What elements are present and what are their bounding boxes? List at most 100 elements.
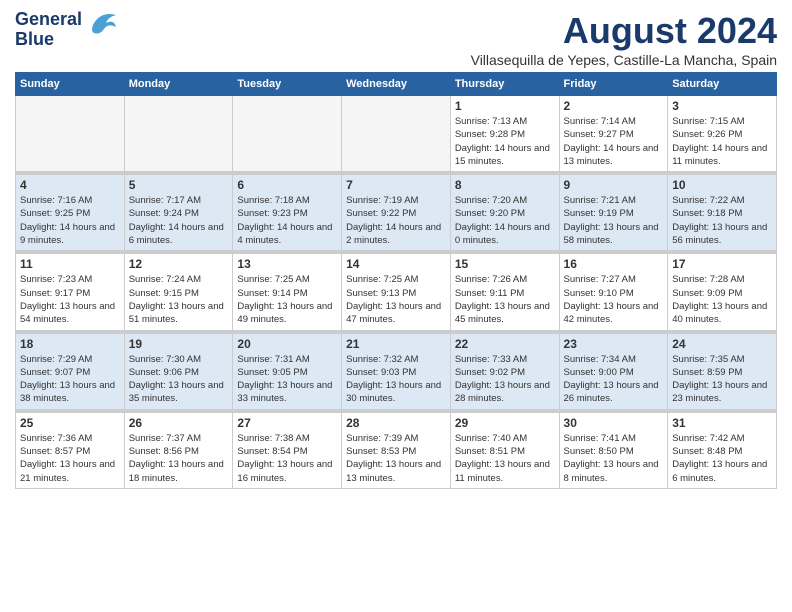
table-row: 29 Sunrise: 7:40 AM Sunset: 8:51 PM Dayli…: [450, 412, 559, 488]
table-row: 10 Sunrise: 7:22 AM Sunset: 9:18 PM Dayli…: [668, 175, 777, 251]
table-row: 16 Sunrise: 7:27 AM Sunset: 9:10 PM Dayli…: [559, 254, 668, 330]
day-info: Sunrise: 7:37 AM Sunset: 8:56 PM Dayligh…: [129, 432, 229, 485]
day-info: Sunrise: 7:19 AM Sunset: 9:22 PM Dayligh…: [346, 194, 446, 247]
day-info: Sunrise: 7:27 AM Sunset: 9:10 PM Dayligh…: [564, 273, 664, 326]
day-info: Sunrise: 7:25 AM Sunset: 9:14 PM Dayligh…: [237, 273, 337, 326]
table-row: 9Sunrise: 7:21 AM Sunset: 9:19 PM Daylig…: [559, 175, 668, 251]
day-info: Sunrise: 7:23 AM Sunset: 9:17 PM Dayligh…: [20, 273, 120, 326]
table-row: [16, 96, 125, 172]
day-number: 5: [129, 178, 229, 192]
table-row: 27 Sunrise: 7:38 AM Sunset: 8:54 PM Dayli…: [233, 412, 342, 488]
col-thursday: Thursday: [450, 73, 559, 96]
table-row: 18 Sunrise: 7:29 AM Sunset: 9:07 PM Dayli…: [16, 333, 125, 409]
table-row: 30Sunrise: 7:41 AM Sunset: 8:50 PM Dayli…: [559, 412, 668, 488]
day-info: Sunrise: 7:42 AM Sunset: 8:48 PM Dayligh…: [672, 432, 772, 485]
header: General Blue August 2024 Villasequilla d…: [15, 10, 777, 68]
title-block: August 2024 Villasequilla de Yepes, Cast…: [471, 10, 777, 68]
table-row: 19 Sunrise: 7:30 AM Sunset: 9:06 PM Dayli…: [124, 333, 233, 409]
day-info: Sunrise: 7:20 AM Sunset: 9:20 PM Dayligh…: [455, 194, 555, 247]
day-info: Sunrise: 7:34 AM Sunset: 9:00 PM Dayligh…: [564, 353, 664, 406]
table-row: 23 Sunrise: 7:34 AM Sunset: 9:00 PM Dayli…: [559, 333, 668, 409]
calendar-week-row: 1Sunrise: 7:13 AM Sunset: 9:28 PM Daylig…: [16, 96, 777, 172]
col-wednesday: Wednesday: [342, 73, 451, 96]
day-number: 31: [672, 416, 772, 430]
col-sunday: Sunday: [16, 73, 125, 96]
table-row: 15Sunrise: 7:26 AM Sunset: 9:11 PM Dayli…: [450, 254, 559, 330]
calendar-container: General Blue August 2024 Villasequilla d…: [0, 0, 792, 499]
day-number: 14: [346, 257, 446, 271]
table-row: 25 Sunrise: 7:36 AM Sunset: 8:57 PM Dayli…: [16, 412, 125, 488]
day-info: Sunrise: 7:36 AM Sunset: 8:57 PM Dayligh…: [20, 432, 120, 485]
table-row: 4 Sunrise: 7:16 AM Sunset: 9:25 PM Daylig…: [16, 175, 125, 251]
day-number: 29: [455, 416, 555, 430]
day-info: Sunrise: 7:26 AM Sunset: 9:11 PM Dayligh…: [455, 273, 555, 326]
day-number: 22: [455, 337, 555, 351]
day-number: 9: [564, 178, 664, 192]
day-number: 16: [564, 257, 664, 271]
day-number: 20: [237, 337, 337, 351]
month-year: August 2024: [471, 10, 777, 52]
table-row: 5 Sunrise: 7:17 AM Sunset: 9:24 PM Daylig…: [124, 175, 233, 251]
table-row: 2 Sunrise: 7:14 AM Sunset: 9:27 PM Daylig…: [559, 96, 668, 172]
table-row: 21Sunrise: 7:32 AM Sunset: 9:03 PM Dayli…: [342, 333, 451, 409]
table-row: 31 Sunrise: 7:42 AM Sunset: 8:48 PM Dayli…: [668, 412, 777, 488]
day-info: Sunrise: 7:40 AM Sunset: 8:51 PM Dayligh…: [455, 432, 555, 485]
day-number: 4: [20, 178, 120, 192]
table-row: 1Sunrise: 7:13 AM Sunset: 9:28 PM Daylig…: [450, 96, 559, 172]
day-info: Sunrise: 7:39 AM Sunset: 8:53 PM Dayligh…: [346, 432, 446, 485]
logo-bird-icon: [86, 9, 118, 42]
day-number: 21: [346, 337, 446, 351]
table-row: 17Sunrise: 7:28 AM Sunset: 9:09 PM Dayli…: [668, 254, 777, 330]
table-row: 14 Sunrise: 7:25 AM Sunset: 9:13 PM Dayli…: [342, 254, 451, 330]
day-info: Sunrise: 7:41 AM Sunset: 8:50 PM Dayligh…: [564, 432, 664, 485]
day-info: Sunrise: 7:33 AM Sunset: 9:02 PM Dayligh…: [455, 353, 555, 406]
calendar-week-row: 4 Sunrise: 7:16 AM Sunset: 9:25 PM Daylig…: [16, 175, 777, 251]
day-info: Sunrise: 7:38 AM Sunset: 8:54 PM Dayligh…: [237, 432, 337, 485]
table-row: 8 Sunrise: 7:20 AM Sunset: 9:20 PM Daylig…: [450, 175, 559, 251]
day-number: 24: [672, 337, 772, 351]
logo-line1: General: [15, 10, 82, 30]
day-number: 6: [237, 178, 337, 192]
day-number: 19: [129, 337, 229, 351]
table-row: 20 Sunrise: 7:31 AM Sunset: 9:05 PM Dayli…: [233, 333, 342, 409]
table-row: 6Sunrise: 7:18 AM Sunset: 9:23 PM Daylig…: [233, 175, 342, 251]
col-tuesday: Tuesday: [233, 73, 342, 96]
table-row: 12 Sunrise: 7:24 AM Sunset: 9:15 PM Dayli…: [124, 254, 233, 330]
day-info: Sunrise: 7:22 AM Sunset: 9:18 PM Dayligh…: [672, 194, 772, 247]
day-number: 23: [564, 337, 664, 351]
table-row: [233, 96, 342, 172]
day-info: Sunrise: 7:28 AM Sunset: 9:09 PM Dayligh…: [672, 273, 772, 326]
day-number: 8: [455, 178, 555, 192]
table-row: 24 Sunrise: 7:35 AM Sunset: 8:59 PM Dayli…: [668, 333, 777, 409]
calendar-week-row: 18 Sunrise: 7:29 AM Sunset: 9:07 PM Dayli…: [16, 333, 777, 409]
table-row: 22 Sunrise: 7:33 AM Sunset: 9:02 PM Dayli…: [450, 333, 559, 409]
col-friday: Friday: [559, 73, 668, 96]
table-row: 13Sunrise: 7:25 AM Sunset: 9:14 PM Dayli…: [233, 254, 342, 330]
col-saturday: Saturday: [668, 73, 777, 96]
location: Villasequilla de Yepes, Castille-La Manc…: [471, 52, 777, 68]
day-number: 27: [237, 416, 337, 430]
day-info: Sunrise: 7:14 AM Sunset: 9:27 PM Dayligh…: [564, 115, 664, 168]
day-info: Sunrise: 7:16 AM Sunset: 9:25 PM Dayligh…: [20, 194, 120, 247]
table-row: [342, 96, 451, 172]
day-info: Sunrise: 7:24 AM Sunset: 9:15 PM Dayligh…: [129, 273, 229, 326]
day-info: Sunrise: 7:30 AM Sunset: 9:06 PM Dayligh…: [129, 353, 229, 406]
day-info: Sunrise: 7:35 AM Sunset: 8:59 PM Dayligh…: [672, 353, 772, 406]
day-number: 26: [129, 416, 229, 430]
day-info: Sunrise: 7:29 AM Sunset: 9:07 PM Dayligh…: [20, 353, 120, 406]
day-number: 2: [564, 99, 664, 113]
day-number: 10: [672, 178, 772, 192]
day-info: Sunrise: 7:31 AM Sunset: 9:05 PM Dayligh…: [237, 353, 337, 406]
table-row: 28 Sunrise: 7:39 AM Sunset: 8:53 PM Dayli…: [342, 412, 451, 488]
day-number: 18: [20, 337, 120, 351]
day-number: 1: [455, 99, 555, 113]
day-number: 28: [346, 416, 446, 430]
table-row: 7Sunrise: 7:19 AM Sunset: 9:22 PM Daylig…: [342, 175, 451, 251]
day-number: 25: [20, 416, 120, 430]
logo-line2: Blue: [15, 30, 82, 50]
calendar-week-row: 11Sunrise: 7:23 AM Sunset: 9:17 PM Dayli…: [16, 254, 777, 330]
day-number: 12: [129, 257, 229, 271]
day-info: Sunrise: 7:25 AM Sunset: 9:13 PM Dayligh…: [346, 273, 446, 326]
col-monday: Monday: [124, 73, 233, 96]
day-info: Sunrise: 7:17 AM Sunset: 9:24 PM Dayligh…: [129, 194, 229, 247]
